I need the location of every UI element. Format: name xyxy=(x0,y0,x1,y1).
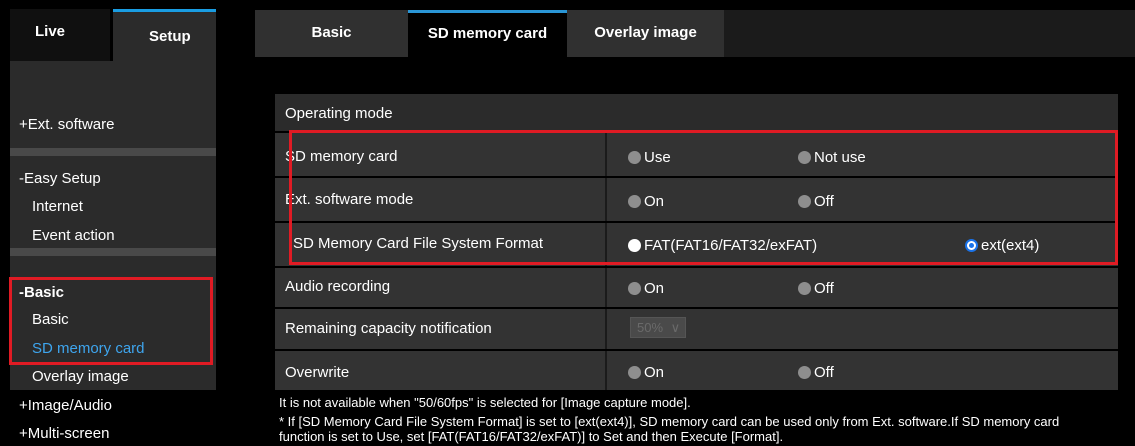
radio-overwrite-off[interactable]: Off xyxy=(798,364,834,381)
row-remaining-capacity: Remaining capacity notification xyxy=(275,309,1118,349)
radio-sd-use[interactable]: Use xyxy=(628,149,671,166)
sidebar-item-basic-group[interactable]: -Basic xyxy=(19,284,64,301)
row-divider xyxy=(605,268,607,307)
row-overwrite: Overwrite xyxy=(275,351,1118,390)
row-audio-recording: Audio recording xyxy=(275,268,1118,307)
tab-setup[interactable]: Setup xyxy=(113,9,216,61)
radio-selected-icon xyxy=(965,239,978,252)
sidebar-divider xyxy=(10,248,216,256)
radio-label: Off xyxy=(814,364,834,381)
radio-label: On xyxy=(644,280,665,297)
select-value: 50% xyxy=(637,320,664,335)
tab-sd-memory-card[interactable]: SD memory card xyxy=(408,10,567,57)
row-ext-software-mode: Ext. software mode xyxy=(275,178,1118,221)
sidebar-item-event-action[interactable]: Event action xyxy=(32,227,115,244)
row-label: SD memory card xyxy=(285,148,398,165)
radio-icon xyxy=(628,282,641,295)
section-header: Operating mode xyxy=(275,94,1118,131)
row-divider xyxy=(605,309,607,349)
radio-label: Use xyxy=(644,149,671,166)
remaining-capacity-select[interactable]: 50% ∨ xyxy=(630,317,686,338)
radio-label: On xyxy=(644,364,665,381)
radio-ext-on[interactable]: On xyxy=(628,193,664,210)
radio-audio-off[interactable]: Off xyxy=(798,280,834,297)
radio-audio-on[interactable]: On xyxy=(628,280,664,297)
radio-label: On xyxy=(644,193,665,210)
radio-overwrite-on[interactable]: On xyxy=(628,364,664,381)
radio-icon xyxy=(798,195,811,208)
sidebar-item-overlay-image[interactable]: Overlay image xyxy=(32,368,129,385)
sidebar-item-multi-screen[interactable]: +Multi-screen xyxy=(19,425,109,442)
row-label: Ext. software mode xyxy=(285,191,414,208)
sidebar-item-image-audio[interactable]: +Image/Audio xyxy=(19,397,112,414)
sidebar-panel-ext xyxy=(10,61,216,149)
radio-icon xyxy=(798,366,811,379)
note-line-2: * If [SD Memory Card File System Format]… xyxy=(279,414,1060,429)
radio-fs-ext4[interactable]: ext(ext4) xyxy=(965,237,1039,254)
row-divider xyxy=(605,223,607,266)
radio-icon xyxy=(798,282,811,295)
row-sd-memory-card: SD memory card xyxy=(275,133,1118,176)
sidebar-item-sd-memory-card[interactable]: SD memory card xyxy=(32,340,145,357)
tab-basic[interactable]: Basic xyxy=(255,10,408,57)
note-line-3: function is set to Use, set [FAT(FAT16/F… xyxy=(279,429,784,444)
sidebar-item-ext-software[interactable]: +Ext. software xyxy=(19,116,114,133)
tab-live[interactable]: Live xyxy=(10,9,110,61)
tab-strip xyxy=(724,10,1135,57)
sidebar-item-easy-setup[interactable]: -Easy Setup xyxy=(19,170,101,187)
sidebar: Live Setup +Ext. software -Easy Setup In… xyxy=(0,0,216,446)
sidebar-item-basic[interactable]: Basic xyxy=(32,311,69,328)
radio-icon xyxy=(628,195,641,208)
radio-label: FAT(FAT16/FAT32/exFAT) xyxy=(644,237,818,254)
sidebar-spacer xyxy=(10,256,216,276)
row-label: Audio recording xyxy=(285,278,391,295)
section-title: Operating mode xyxy=(285,105,393,122)
radio-icon xyxy=(628,151,641,164)
radio-icon xyxy=(628,366,641,379)
note-line-1: It is not available when "50/60fps" is s… xyxy=(279,395,691,410)
radio-label: Not use xyxy=(814,149,866,166)
radio-label: Off xyxy=(814,280,834,297)
tab-overlay-image[interactable]: Overlay image xyxy=(567,10,724,57)
row-divider xyxy=(605,351,607,390)
row-divider xyxy=(605,178,607,221)
row-label: Overwrite xyxy=(285,364,350,381)
radio-fs-fat[interactable]: FAT(FAT16/FAT32/exFAT) xyxy=(628,237,817,254)
radio-icon xyxy=(628,239,641,252)
radio-ext-off[interactable]: Off xyxy=(798,193,834,210)
row-divider xyxy=(605,133,607,176)
sidebar-divider xyxy=(10,148,216,156)
row-label: SD Memory Card File System Format xyxy=(293,235,544,252)
sidebar-item-internet[interactable]: Internet xyxy=(32,198,83,215)
row-label: Remaining capacity notification xyxy=(285,320,492,337)
radio-label: Off xyxy=(814,193,834,210)
radio-label: ext(ext4) xyxy=(981,237,1040,254)
radio-icon xyxy=(798,151,811,164)
chevron-down-icon: ∨ xyxy=(670,320,681,335)
radio-sd-not-use[interactable]: Not use xyxy=(798,149,866,166)
